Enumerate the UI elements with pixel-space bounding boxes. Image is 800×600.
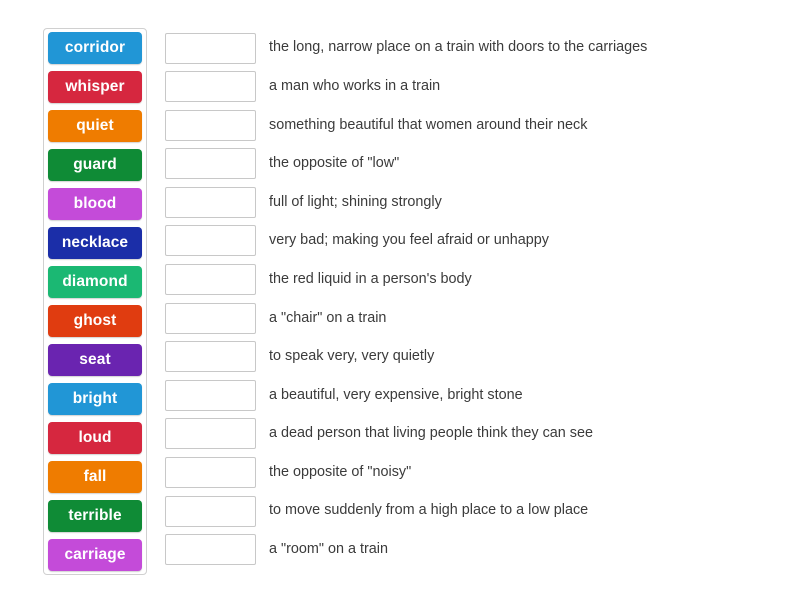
definition-text: a "room" on a train [269,541,389,558]
answer-row: the long, narrow place on a train with d… [165,32,765,64]
drop-zone-12[interactable] [165,457,256,489]
word-tile-guard[interactable]: guard [48,149,142,181]
word-tile-terrible[interactable]: terrible [48,500,142,532]
answer-row: a dead person that living people think t… [165,418,765,450]
word-tile-carriage[interactable]: carriage [48,539,142,571]
definition-text: the long, narrow place on a train with d… [269,39,648,56]
answer-row: to move suddenly from a high place to a … [165,495,765,527]
answer-row: the opposite of "low" [165,148,765,180]
definition-text: the red liquid in a person's body [269,270,472,287]
definition-text: very bad; making you feel afraid or unha… [269,232,549,249]
definition-text: a beautiful, very expensive, bright ston… [269,386,523,403]
definition-text: a man who works in a train [269,77,441,94]
word-tile-seat[interactable]: seat [48,344,142,376]
definition-text: to move suddenly from a high place to a … [269,502,589,519]
drop-zone-8[interactable] [165,302,256,334]
word-tile-diamond[interactable]: diamond [48,266,142,298]
answer-row: the opposite of "noisy" [165,457,765,489]
answer-row: a "chair" on a train [165,302,765,334]
definition-text: full of light; shining strongly [269,193,442,210]
answer-row: a "room" on a train [165,534,765,566]
answer-rows-list: the long, narrow place on a train with d… [165,32,765,572]
definition-text: the opposite of "low" [269,155,400,172]
word-tile-bright[interactable]: bright [48,383,142,415]
word-tile-necklace[interactable]: necklace [48,227,142,259]
match-up-activity: corridor whisper quiet guard blood necklace di… [0,0,800,600]
word-tile-ghost[interactable]: ghost [48,305,142,337]
drop-zone-13[interactable] [165,495,256,527]
drop-zone-14[interactable] [165,534,256,566]
definition-text: the opposite of "noisy" [269,463,412,480]
drop-zone-7[interactable] [165,264,256,296]
word-bank-panel: corridor whisper quiet guard blood necklace di… [43,28,147,575]
definition-text: a dead person that living people think t… [269,425,594,442]
answer-row: very bad; making you feel afraid or unha… [165,225,765,257]
drop-zone-1[interactable] [165,32,256,64]
definition-text: something beautiful that women around th… [269,116,588,133]
drop-zone-6[interactable] [165,225,256,257]
answer-row: full of light; shining strongly [165,186,765,218]
word-tile-corridor[interactable]: corridor [48,32,142,64]
drop-zone-10[interactable] [165,379,256,411]
drop-zone-11[interactable] [165,418,256,450]
answer-row: a man who works in a train [165,71,765,103]
word-tile-quiet[interactable]: quiet [48,110,142,142]
drop-zone-3[interactable] [165,109,256,141]
drop-zone-9[interactable] [165,341,256,373]
word-tile-whisper[interactable]: whisper [48,71,142,103]
drop-zone-2[interactable] [165,71,256,103]
drop-zone-4[interactable] [165,148,256,180]
answer-row: the red liquid in a person's body [165,264,765,296]
word-tile-blood[interactable]: blood [48,188,142,220]
definition-text: to speak very, very quietly [269,348,435,365]
word-tile-fall[interactable]: fall [48,461,142,493]
answer-row: to speak very, very quietly [165,341,765,373]
answer-row: something beautiful that women around th… [165,109,765,141]
word-tile-loud[interactable]: loud [48,422,142,454]
drop-zone-5[interactable] [165,186,256,218]
answer-row: a beautiful, very expensive, bright ston… [165,379,765,411]
definition-text: a "chair" on a train [269,309,387,326]
